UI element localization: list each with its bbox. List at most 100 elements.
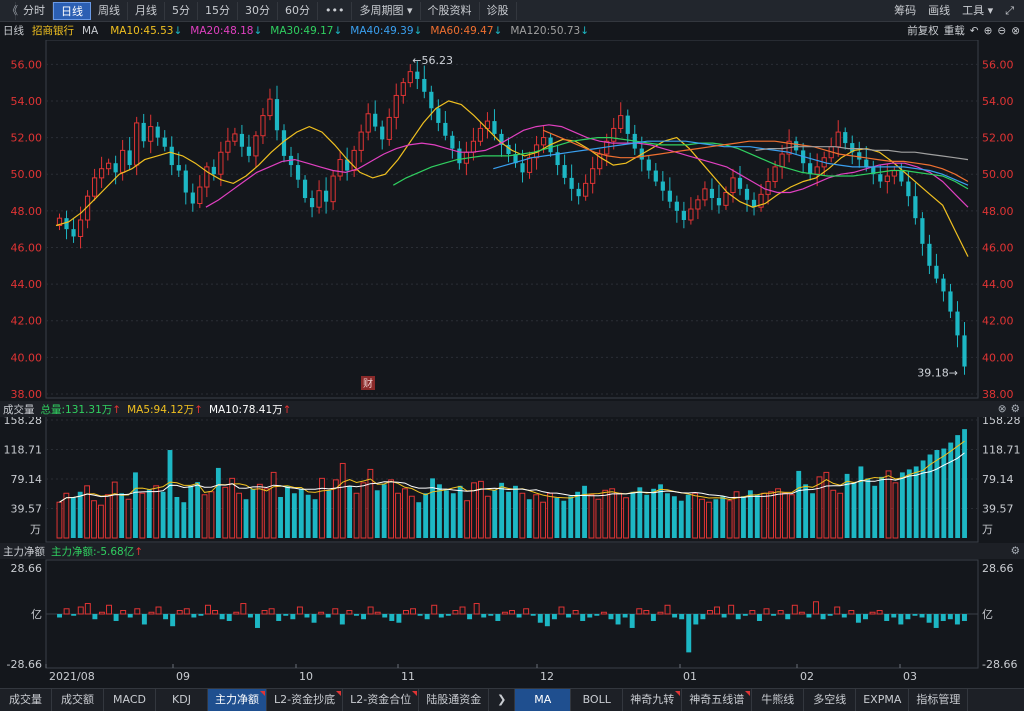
volume-bar [270,471,277,539]
ma40-value: MA40:49.39↓ [350,24,423,37]
toolbar-item-10[interactable]: 个股资料 [421,1,480,20]
flow-value: 主力净额:-5.68亿↑ [51,545,144,558]
indicator-tab-5[interactable]: L2-资金抄底 [267,689,344,711]
flow-bar [523,608,530,615]
volume-bar [499,482,505,538]
flow-bar [438,614,444,618]
scroll-right-icon[interactable]: ❯ [489,689,516,711]
indicator-tab-0[interactable]: 成交量 [0,689,52,711]
overlay-tab-6[interactable]: EXPMA [856,689,910,711]
candle-body [337,159,343,177]
flow-bar [947,614,953,620]
volume-bar [741,496,746,538]
volume-bar [401,488,408,539]
volume-bar [796,470,802,538]
volume-unit-left: 万 [30,523,41,536]
overlay-tab-1[interactable]: BOLL [571,689,624,711]
flow-bar [742,614,748,616]
draw-line-button[interactable]: 画线 [922,2,956,20]
toolbar-item-1[interactable]: 日线 [53,1,91,20]
indicator-tab-6[interactable]: L2-资金合位 [343,689,420,711]
reload-button[interactable]: 重载 [944,23,965,38]
volume-bar [623,497,629,539]
flow-bar [834,606,841,615]
volume-bar [906,469,912,538]
toolbar-item-4[interactable]: 5分 [165,1,198,20]
flow-bar [855,614,861,623]
price-tick-right: 42.00 [982,315,1014,328]
price-tick-left: 38.00 [11,388,43,401]
volume-bar [602,489,609,539]
flow-bar [912,614,918,616]
toolbar-item-2[interactable]: 周线 [91,1,128,20]
indicator-tab-2[interactable]: MACD [104,689,156,711]
toolbar-item-7[interactable]: 60分 [278,1,318,20]
flow-bar [700,614,706,620]
flow-bar [183,608,190,615]
toolbar-item-8[interactable]: ••• [318,1,353,20]
zoom-out-icon[interactable]: ⊖ [997,25,1006,37]
high-price-label: ←56.23 [412,54,453,67]
undo-icon[interactable]: ↶ [970,25,979,37]
volume-panel-header: 成交量 总量:131.31万↑ MA5:94.12万↑ MA10:78.41万↑… [0,401,1024,417]
toolbar-item-6[interactable]: 30分 [238,1,278,20]
kline-chart[interactable]: 56.00 56.00 54.00 54.00 52.00 52.00 50.00 50.00… [0,40,1024,688]
flow-bar [382,614,388,618]
overlay-tab-7[interactable]: 指标管理 [909,689,969,711]
indicator-tab-4[interactable]: 主力净额 [208,689,267,711]
candle-body [955,311,960,336]
gear-icon[interactable]: ⚙ [1011,403,1020,415]
volume-tick-left: 118.71 [4,444,43,457]
expand-icon[interactable]: ⤢ [999,2,1020,20]
overlay-tab-4[interactable]: 牛熊线 [752,689,805,711]
volume-bar [492,490,498,538]
flow-bar [148,611,155,615]
close-icon[interactable]: ⊗ [998,403,1007,415]
candle-body [962,335,967,367]
flow-tick-right: 亿 [982,608,993,621]
indicator-tab-3[interactable]: KDJ [156,689,208,711]
volume-bar [70,496,76,538]
volume-bar [595,498,602,539]
chips-button[interactable]: 筹码 [888,2,922,20]
candle-body [323,190,329,202]
candle-body [267,98,273,117]
indicator-tab-bar: 成交量 成交额 MACD KDJ 主力净额 L2-资金抄底 L2-资金合位 陆股通资金 ❯ M… [0,688,1024,711]
flow-bar [615,614,621,625]
candle-body [646,159,651,171]
volume-bar [920,460,926,538]
toolbar-item-11[interactable]: 诊股 [480,1,517,20]
overlay-tab-0[interactable]: MA [515,689,572,711]
overlay-tab-2[interactable]: 神奇九转 [623,689,683,711]
volume-bar [658,484,663,538]
flow-bar [501,611,508,615]
collapse-left-icon[interactable]: 《 [0,1,18,20]
toolbar-item-0[interactable]: 分时 [16,1,53,20]
toolbar-item-5[interactable]: 15分 [198,1,238,20]
stock-name: 招商银行 [32,25,74,37]
volume-bar [408,495,415,539]
candle-body [779,153,785,168]
volume-bar [250,488,256,538]
overlay-tab-3[interactable]: 神奇五线谱 [682,689,753,711]
gear-icon[interactable]: ⚙ [1011,545,1020,557]
adjust-mode-button[interactable]: 前复权 [907,23,939,38]
indicator-tab-7[interactable]: 陆股通资金 [419,689,490,711]
price-tick-left: 50.00 [11,168,43,181]
flow-bar [827,614,833,616]
flow-bar [566,614,572,618]
indicator-tab-1[interactable]: 成交额 [52,689,104,711]
toolbar-item-3[interactable]: 月线 [128,1,165,20]
candle-body [667,190,672,202]
flow-bar [587,614,593,618]
zoom-in-icon[interactable]: ⊕ [984,25,993,37]
close-icon[interactable]: ⊗ [1011,25,1020,37]
flow-bar [876,610,883,615]
volume-bar [91,500,97,539]
tools-dropdown[interactable]: 工具 ▾ [956,2,999,20]
candle-body [688,208,694,221]
price-tick-right: 40.00 [982,351,1014,364]
toolbar-item-9[interactable]: 多周期图 ▾ [352,1,421,20]
candle-body [365,113,371,133]
overlay-tab-5[interactable]: 多空线 [804,689,857,711]
